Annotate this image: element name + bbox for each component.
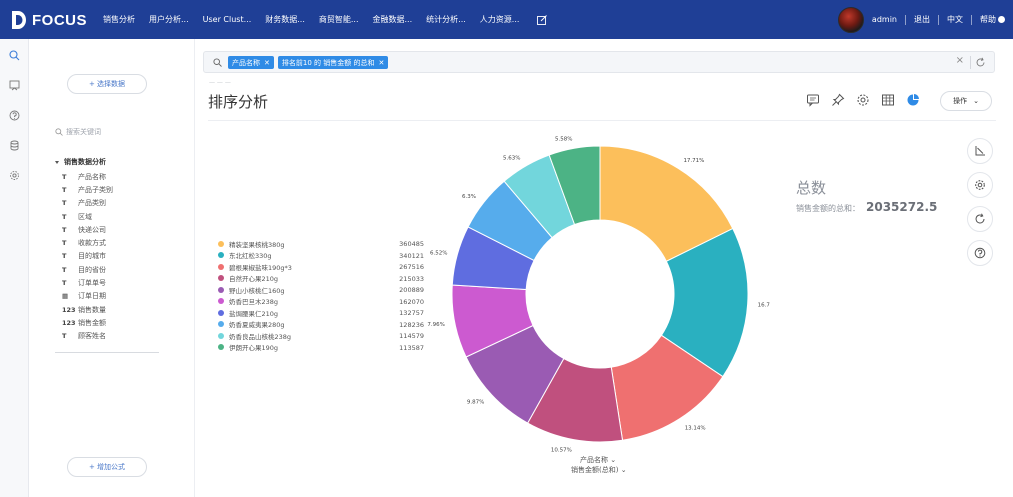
chevron-down-icon: ⌄: [618, 466, 627, 474]
slice-value-label: 7.96%: [427, 322, 444, 328]
slice-value-label: 6.3%: [462, 194, 476, 200]
measure-axis-label[interactable]: 销售金额(总和) ⌄: [571, 465, 627, 475]
slice-value-label: 5.63%: [503, 155, 520, 161]
slice-value-label: 6.52%: [430, 251, 447, 257]
donut-chart: 17.71% 16.7 13.14% 10.57% 9.87% 7.96% 6.52% 6.3…: [427, 136, 771, 453]
slice-value-label: 10.57%: [551, 447, 572, 453]
axis-label-text: 销售金额(总和): [571, 466, 619, 474]
axis-label-text: 产品名称: [580, 456, 608, 464]
slice-value-label: 5.58%: [555, 136, 572, 142]
slice-value-label: 9.87%: [467, 400, 484, 406]
slice-value-label: 13.14%: [685, 425, 706, 431]
chevron-down-icon: ⌄: [608, 456, 617, 464]
slice-value-label: 16.7: [758, 303, 771, 309]
dimension-axis-label[interactable]: 产品名称 ⌄: [580, 455, 616, 465]
slice-value-label: 17.71%: [683, 158, 704, 164]
